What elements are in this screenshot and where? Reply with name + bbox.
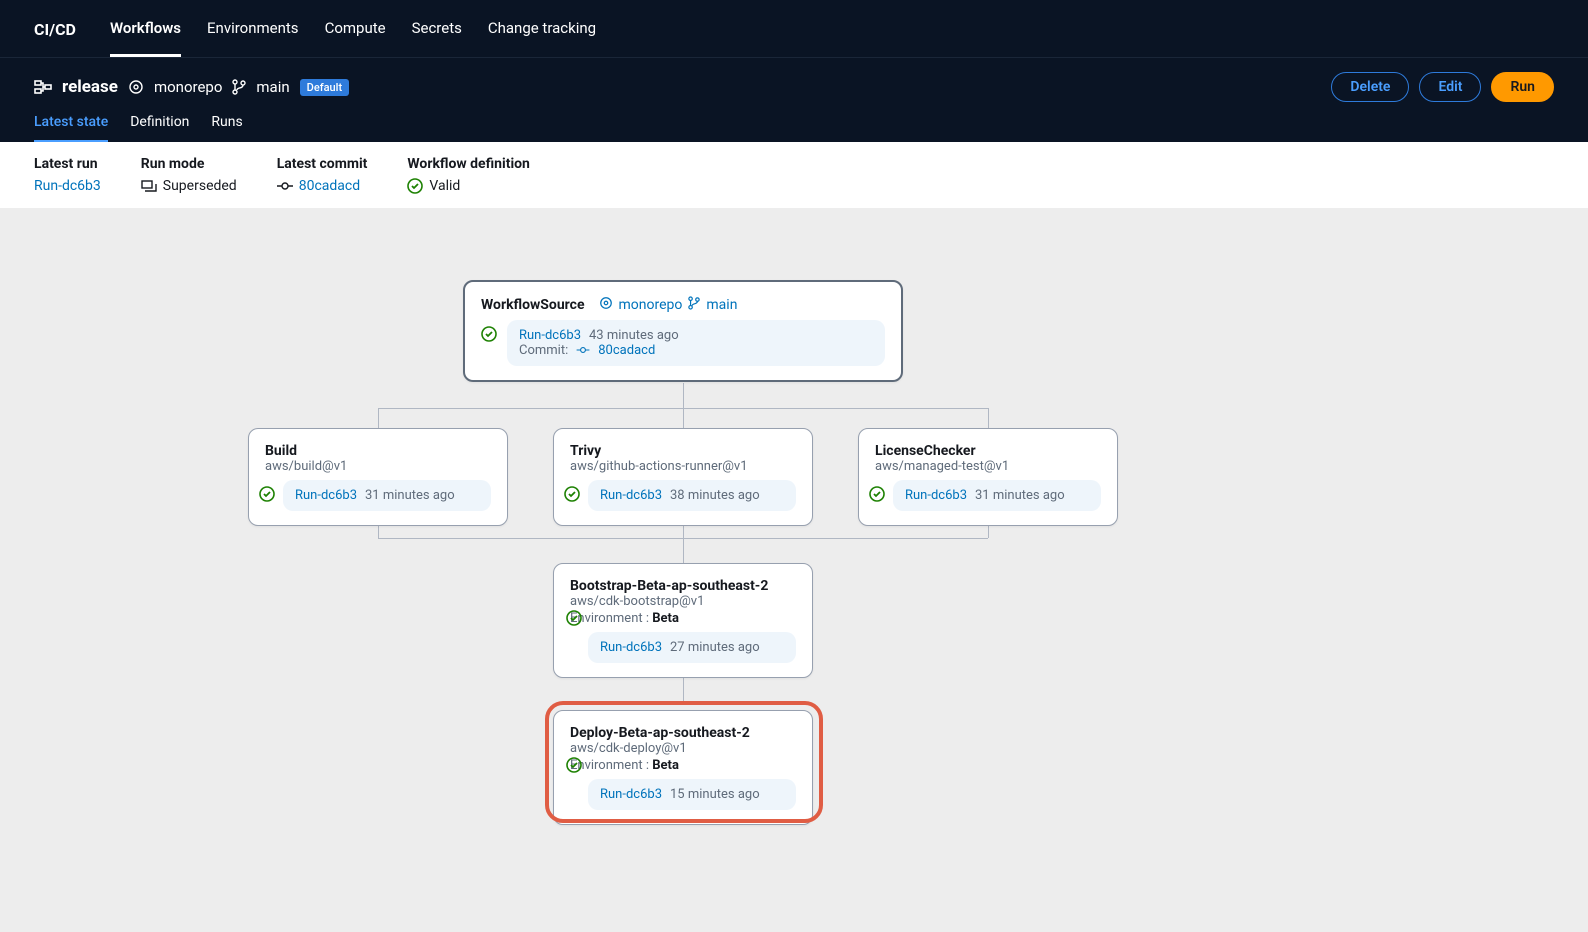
- node-build[interactable]: Build aws/build@v1 Run-dc6b3 31 minutes …: [248, 428, 508, 526]
- run-button[interactable]: Run: [1491, 72, 1554, 102]
- repo-icon: [128, 79, 144, 95]
- node-deploy[interactable]: Deploy-Beta-ap-southeast-2 aws/cdk-deplo…: [553, 710, 813, 825]
- node-workflow-source[interactable]: WorkflowSource monorepo main Run-dc6b3 4…: [463, 280, 903, 382]
- age: 31 minutes ago: [365, 488, 455, 503]
- superseded-icon: [141, 179, 157, 193]
- workflow-def-label: Workflow definition: [407, 156, 530, 172]
- node-impl: aws/build@v1: [265, 459, 491, 474]
- run-link[interactable]: Run-dc6b3: [905, 488, 967, 503]
- nav-secrets[interactable]: Secrets: [412, 2, 462, 57]
- workflow-def-value: Valid: [429, 178, 460, 194]
- env-value: Beta: [652, 611, 679, 626]
- run-link[interactable]: Run-dc6b3: [600, 787, 662, 802]
- source-repo-link[interactable]: monorepo: [619, 297, 683, 313]
- valid-check-icon: [407, 178, 423, 194]
- age: 27 minutes ago: [670, 640, 760, 655]
- run-link[interactable]: Run-dc6b3: [295, 488, 357, 503]
- connector: [988, 408, 989, 428]
- node-title: LicenseChecker: [875, 443, 1101, 459]
- source-commit-link[interactable]: 80cadacd: [598, 343, 655, 358]
- tab-latest-state[interactable]: Latest state: [34, 114, 108, 142]
- summary-bar: Latest run Run-dc6b3 Run mode Superseded…: [0, 142, 1588, 208]
- nav-change-tracking[interactable]: Change tracking: [488, 2, 596, 57]
- node-impl: aws/cdk-bootstrap@v1: [570, 594, 796, 609]
- success-check-icon: [566, 610, 582, 626]
- workflow-title: release: [62, 77, 118, 97]
- run-link[interactable]: Run-dc6b3: [600, 640, 662, 655]
- age: 31 minutes ago: [975, 488, 1065, 503]
- node-bootstrap[interactable]: Bootstrap-Beta-ap-southeast-2 aws/cdk-bo…: [553, 563, 813, 678]
- branch-icon: [688, 296, 700, 314]
- run-mode-value: Superseded: [163, 178, 237, 194]
- age: 15 minutes ago: [670, 787, 760, 802]
- node-title: Trivy: [570, 443, 796, 459]
- repo-name[interactable]: monorepo: [154, 78, 222, 96]
- success-check-icon: [564, 486, 580, 502]
- connector: [378, 538, 988, 539]
- env-value: Beta: [652, 758, 679, 773]
- tab-runs[interactable]: Runs: [211, 114, 242, 142]
- connector: [683, 408, 684, 428]
- latest-run-label: Latest run: [34, 156, 101, 172]
- node-trivy[interactable]: Trivy aws/github-actions-runner@v1 Run-d…: [553, 428, 813, 526]
- commit-icon: [576, 343, 590, 358]
- success-check-icon: [481, 326, 497, 342]
- commit-icon: [277, 181, 293, 191]
- latest-run-link[interactable]: Run-dc6b3: [34, 178, 101, 194]
- success-check-icon: [566, 757, 582, 773]
- node-title: Build: [265, 443, 491, 459]
- workflow-header: release monorepo main Default Delete Edi…: [0, 58, 1588, 142]
- source-age: 43 minutes ago: [589, 328, 679, 343]
- source-branch-link[interactable]: main: [706, 297, 737, 313]
- node-impl: aws/managed-test@v1: [875, 459, 1101, 474]
- connector: [378, 408, 379, 428]
- default-badge: Default: [300, 79, 349, 96]
- workflow-canvas[interactable]: WorkflowSource monorepo main Run-dc6b3 4…: [0, 208, 1588, 908]
- node-title: WorkflowSource: [481, 297, 585, 313]
- main-nav: CI/CD Workflows Environments Compute Sec…: [0, 2, 1588, 58]
- node-impl: aws/github-actions-runner@v1: [570, 459, 796, 474]
- latest-commit-link[interactable]: 80cadacd: [299, 178, 360, 194]
- age: 38 minutes ago: [670, 488, 760, 503]
- success-check-icon: [259, 486, 275, 502]
- repo-icon: [599, 296, 613, 314]
- nav-compute[interactable]: Compute: [325, 2, 386, 57]
- node-license-checker[interactable]: LicenseChecker aws/managed-test@v1 Run-d…: [858, 428, 1118, 526]
- nav-brand: CI/CD: [34, 20, 76, 39]
- run-mode-label: Run mode: [141, 156, 237, 172]
- success-check-icon: [869, 486, 885, 502]
- nav-environments[interactable]: Environments: [207, 2, 299, 57]
- edit-button[interactable]: Edit: [1419, 72, 1481, 102]
- source-run-link[interactable]: Run-dc6b3: [519, 328, 581, 343]
- workflow-icon: [34, 80, 52, 94]
- nav-workflows[interactable]: Workflows: [110, 2, 181, 57]
- run-link[interactable]: Run-dc6b3: [600, 488, 662, 503]
- tab-definition[interactable]: Definition: [130, 114, 189, 142]
- node-title: Deploy-Beta-ap-southeast-2: [570, 725, 796, 741]
- branch-icon: [232, 79, 246, 95]
- latest-commit-label: Latest commit: [277, 156, 368, 172]
- delete-button[interactable]: Delete: [1331, 72, 1409, 102]
- branch-name[interactable]: main: [256, 78, 289, 96]
- commit-label: Commit:: [519, 343, 568, 358]
- node-impl: aws/cdk-deploy@v1: [570, 741, 796, 756]
- node-title: Bootstrap-Beta-ap-southeast-2: [570, 578, 796, 594]
